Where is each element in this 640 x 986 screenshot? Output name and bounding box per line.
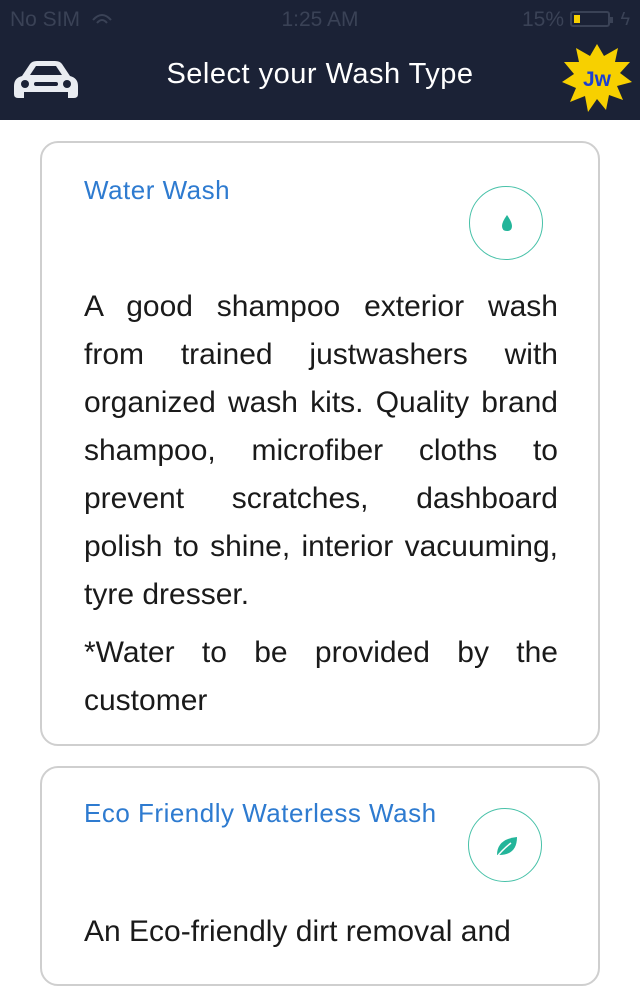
- wash-type-card-water[interactable]: Water Wash A good shampoo exterior wash …: [40, 141, 600, 746]
- logo-text: Jw: [583, 68, 612, 91]
- page-title: Select your Wash Type: [166, 58, 474, 90]
- card-note: *Water to be provided by the customer: [84, 636, 558, 717]
- nav-bar: Select your Wash Type Jw: [0, 40, 640, 120]
- leaf-icon: [494, 837, 517, 860]
- battery-percent: 15%: [521, 8, 564, 31]
- water-drop-icon: [502, 215, 512, 231]
- wash-type-card-eco[interactable]: Eco Friendly Waterless Wash An Eco-frien…: [40, 766, 600, 986]
- battery-tip: [610, 17, 613, 23]
- water-wash-icon-button[interactable]: [469, 186, 543, 260]
- card-title: Water Wash: [84, 175, 231, 205]
- eco-wash-icon-button[interactable]: [468, 808, 542, 882]
- status-bar: No SIM 1:25 AM 15% ϟ: [0, 0, 640, 40]
- jw-splash-logo[interactable]: Jw: [560, 40, 634, 116]
- battery-icon: [570, 11, 613, 27]
- card-title: Eco Friendly Waterless Wash: [84, 798, 437, 828]
- battery-fill: [574, 15, 580, 23]
- charging-bolt-icon: ϟ: [620, 9, 630, 29]
- card-description: A good shampoo exterior wash from traine…: [84, 290, 558, 611]
- card-description: An Eco-friendly dirt removal and: [84, 915, 511, 948]
